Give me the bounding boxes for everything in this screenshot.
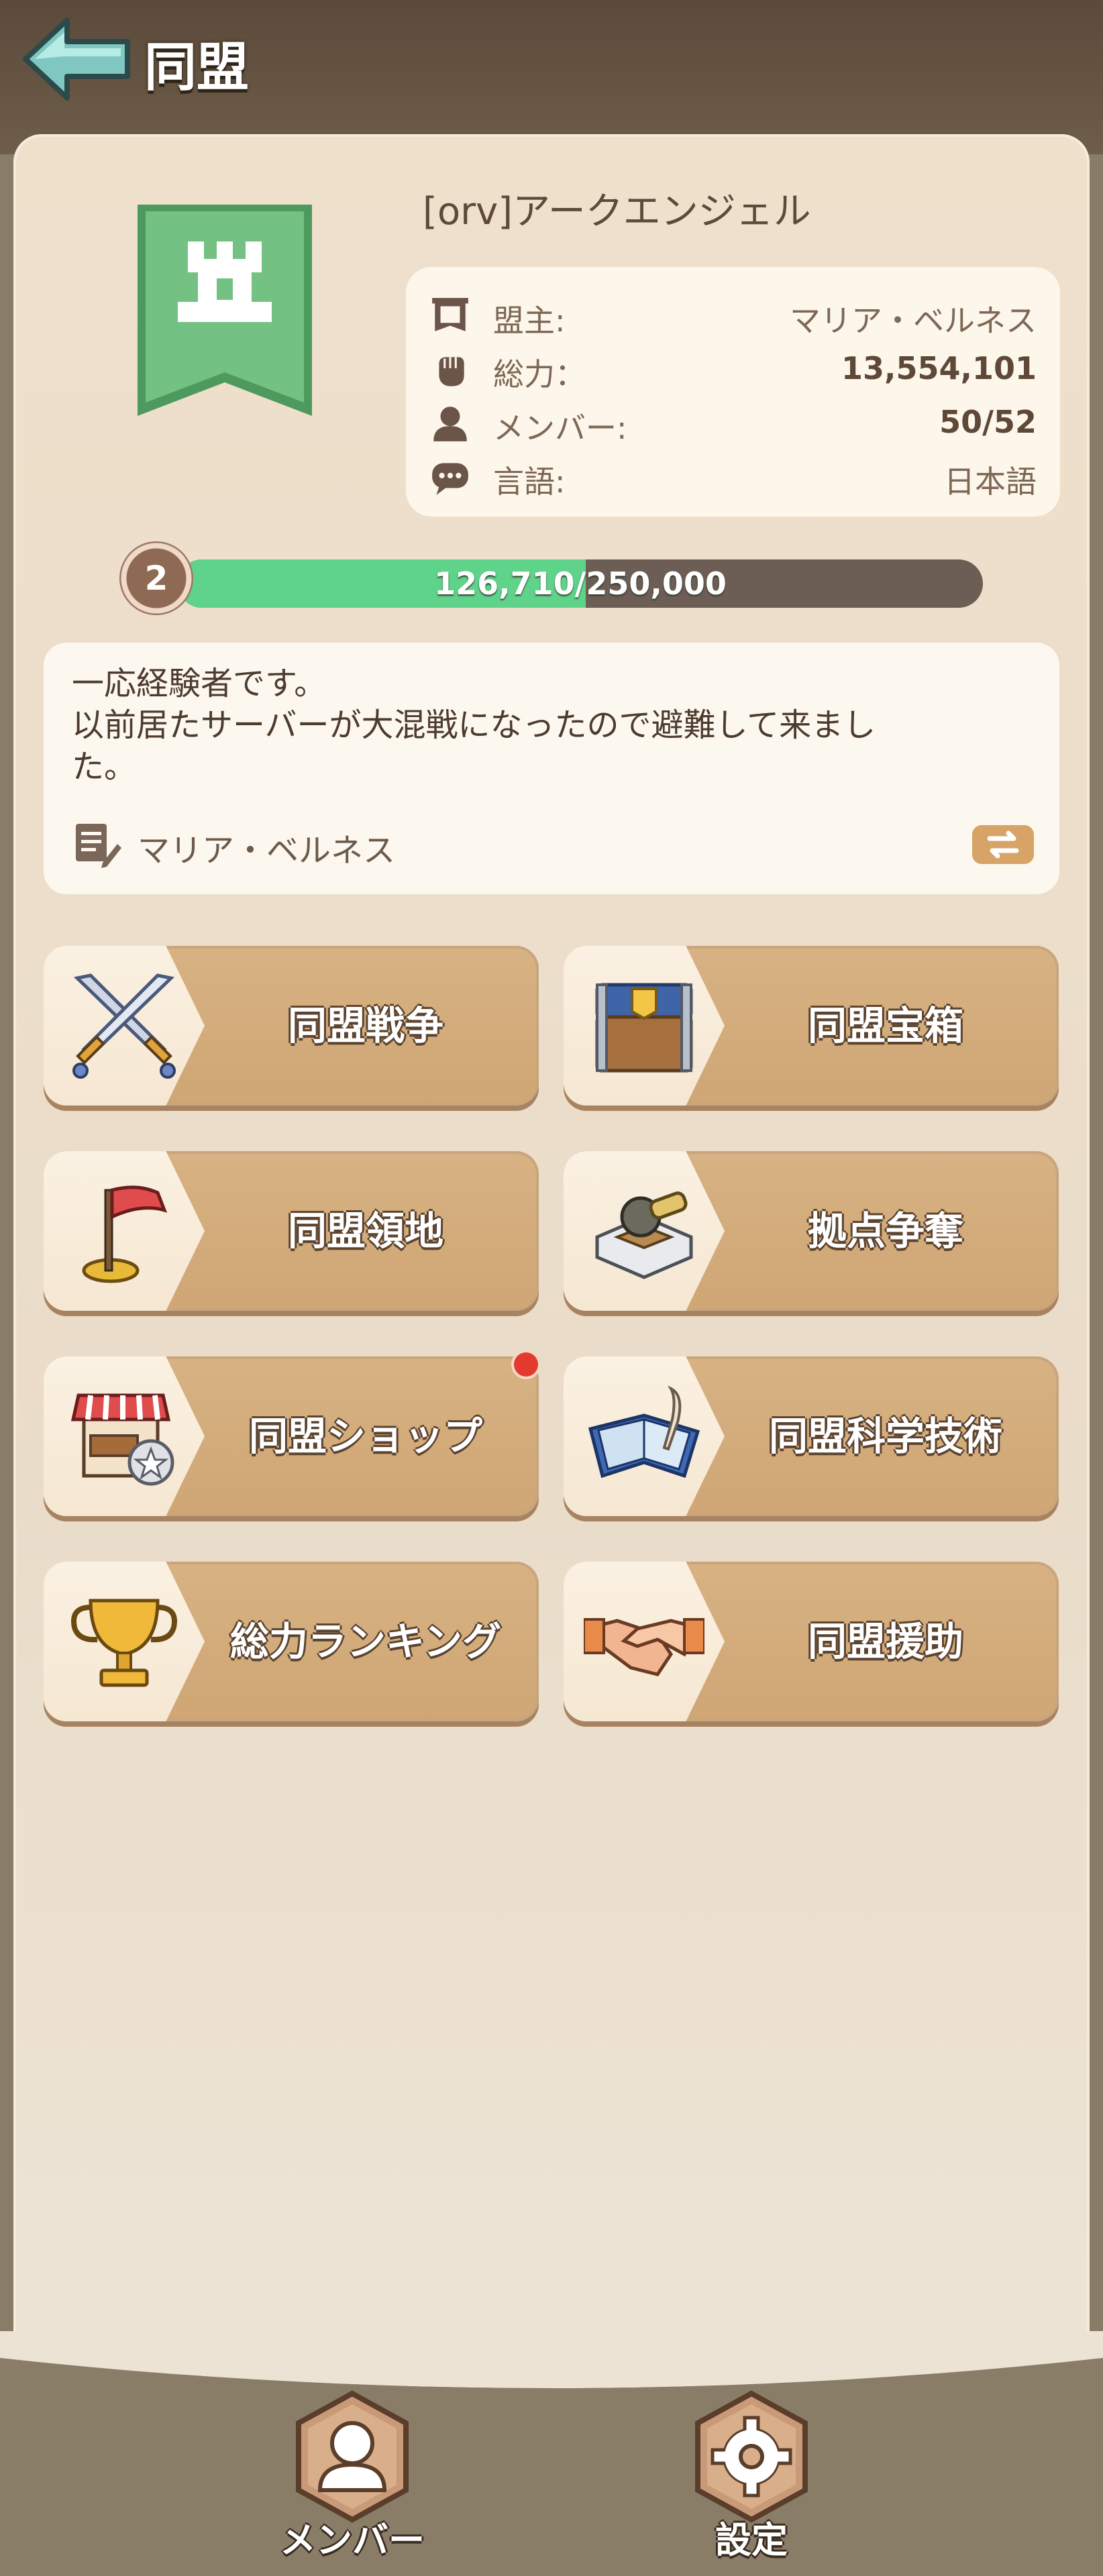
alliance-description: 一応経験者です。 以前居たサーバーが大混戦になったので避難して来まし た。 マリ… (44, 643, 1059, 894)
members-icon (296, 2390, 409, 2523)
alliance-help-button[interactable]: 同盟援助 (564, 1562, 1059, 1721)
banner-icon (432, 298, 468, 331)
page-title: 同盟 (144, 38, 250, 98)
red-flag-icon (82, 1185, 168, 1283)
crossed-swords-icon (72, 973, 176, 1079)
back-arrow-icon[interactable] (20, 12, 134, 106)
alliance-name: [orv]アークエンジェル (423, 190, 811, 233)
chat-icon (432, 463, 468, 495)
members-row: メンバー: 50/52 (429, 396, 1037, 449)
settings-nav-label: 設定 (715, 2519, 788, 2561)
alliance-shop-button[interactable]: 同盟ショップ (44, 1356, 539, 1516)
alliance-shop-label: 同盟ショップ (248, 1413, 482, 1459)
handshake-icon (584, 1618, 704, 1676)
language-row: 言語: 日本語 (429, 449, 1037, 503)
alliance-chest-label: 同盟宝箱 (807, 1003, 963, 1049)
alliance-info-box: 盟主: マリア・ベルネス 総力： 13,554,101 メンバー: 50/52 … (406, 267, 1060, 517)
leader-label: 盟主: (493, 303, 566, 339)
alliance-war-button[interactable]: 同盟戦争 (44, 946, 539, 1106)
treasure-chest-icon (595, 983, 693, 1073)
power-ranking-label: 総力ランキング (229, 1619, 502, 1664)
panel-bottom-curve (0, 2331, 1103, 2425)
top-bar: 同盟 (0, 0, 1103, 154)
person-icon (433, 407, 467, 441)
swap-arrows-icon (987, 830, 1019, 859)
description-text: 一応経験者です。 以前居たサーバーが大混戦になったので避難して来まし た。 (72, 663, 1031, 788)
members-nav-label: メンバー (280, 2519, 425, 2561)
shop-icon (70, 1393, 174, 1486)
members-label: メンバー: (493, 410, 627, 446)
power-value: 13,554,101 (841, 350, 1037, 386)
tech-book-icon (588, 1385, 700, 1479)
description-line: た。 (72, 748, 137, 786)
description-line: 一応経験者です。 (72, 665, 327, 702)
stronghold-battle-label: 拠点争奪 (807, 1208, 963, 1254)
leader-value: マリア・ベルネス (790, 303, 1037, 339)
fortress-cannon-icon (595, 1191, 693, 1279)
power-ranking-button[interactable]: 総力ランキング (44, 1562, 539, 1721)
alliance-territory-label: 同盟領地 (287, 1208, 443, 1254)
description-line: 以前居たサーバーが大混戦になったので避難して来まし (72, 706, 876, 744)
alliance-xp-bar: 126,710/250,000 (178, 559, 983, 608)
stronghold-battle-button[interactable]: 拠点争奪 (564, 1151, 1059, 1311)
leader-row: 盟主: マリア・ベルネス (429, 288, 1037, 342)
alliance-level-badge: 2 (119, 541, 193, 615)
edit-note-icon (76, 824, 121, 868)
alliance-chest-button[interactable]: 同盟宝箱 (564, 946, 1059, 1106)
alliance-banner-icon (138, 205, 312, 416)
members-value: 50/52 (939, 404, 1037, 440)
gear-icon (695, 2390, 808, 2523)
description-author: マリア・ベルネス (138, 832, 396, 869)
alliance-tech-button[interactable]: 同盟科学技術 (564, 1356, 1059, 1516)
alliance-territory-button[interactable]: 同盟領地 (44, 1151, 539, 1311)
trophy-icon (71, 1599, 177, 1687)
alliance-help-label: 同盟援助 (807, 1619, 963, 1664)
language-label: 言語: (493, 464, 566, 500)
translate-button[interactable] (972, 825, 1034, 864)
fist-icon (439, 357, 464, 386)
power-label: 総力： (493, 356, 586, 392)
language-value: 日本語 (944, 464, 1037, 500)
notification-dot (514, 1352, 538, 1377)
xp-text: 126,710/250,000 (434, 566, 727, 602)
alliance-war-label: 同盟戦争 (287, 1003, 443, 1049)
alliance-tech-label: 同盟科学技術 (768, 1413, 1002, 1459)
power-row: 総力： 13,554,101 (429, 342, 1037, 396)
